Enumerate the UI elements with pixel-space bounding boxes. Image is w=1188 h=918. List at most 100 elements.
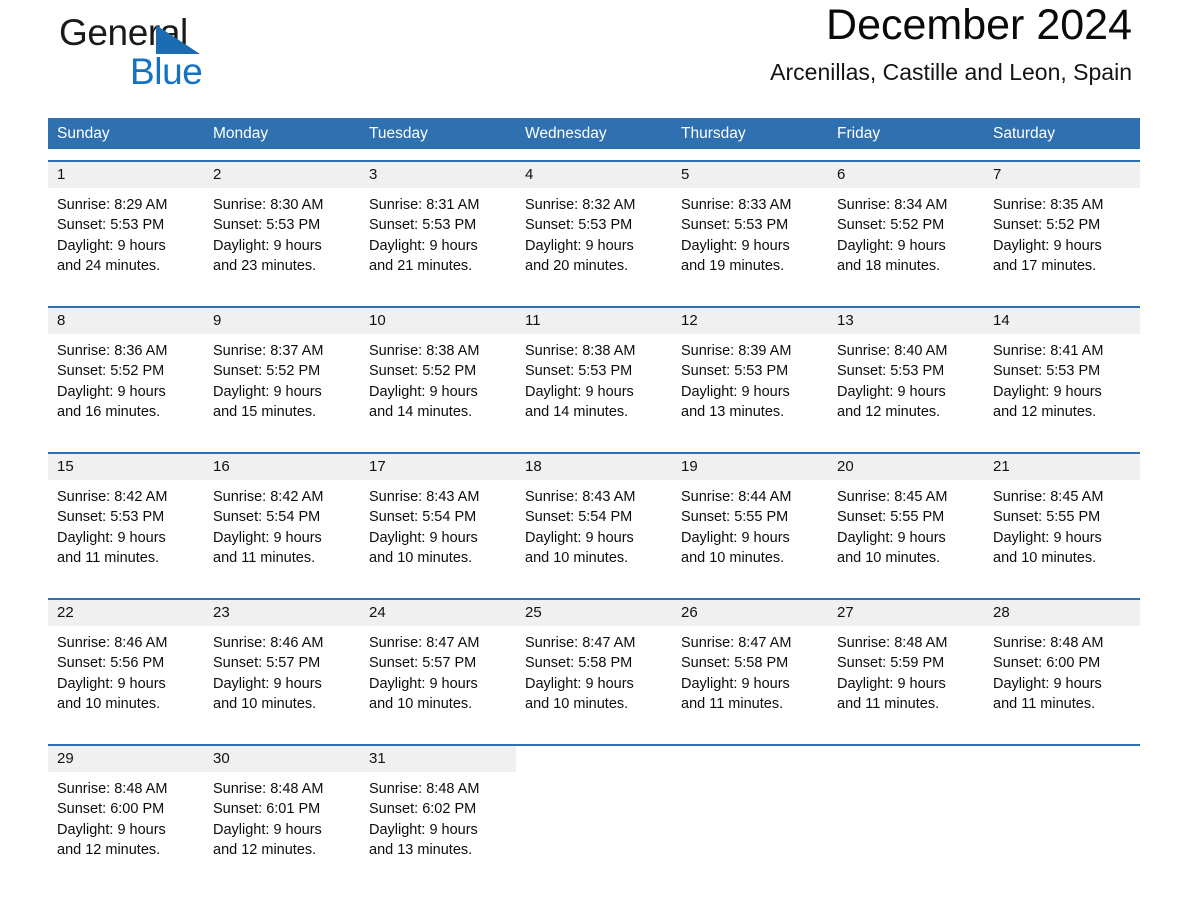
- day-number[interactable]: 4: [516, 162, 672, 188]
- week-info-band: Sunrise: 8:48 AM Sunset: 6:00 PM Dayligh…: [48, 772, 1140, 879]
- day-cell: Sunrise: 8:35 AM Sunset: 5:52 PM Dayligh…: [984, 188, 1140, 295]
- week-date-band: 29 30 31: [48, 746, 1140, 772]
- day-number[interactable]: 30: [204, 746, 360, 772]
- daylight-text-cont: and 12 minutes.: [213, 841, 317, 858]
- week-date-band: 8 9 10 11 12 13 14: [48, 308, 1140, 334]
- sunset-text: Sunset: 5:53 PM: [837, 363, 945, 380]
- daylight-text: Daylight: 9 hours: [993, 529, 1102, 546]
- day-number[interactable]: 14: [984, 308, 1140, 334]
- day-number[interactable]: 23: [204, 600, 360, 626]
- day-number[interactable]: 24: [360, 600, 516, 626]
- day-number[interactable]: 27: [828, 600, 984, 626]
- day-cell: Sunrise: 8:48 AM Sunset: 6:01 PM Dayligh…: [204, 772, 360, 879]
- sunset-text: Sunset: 5:58 PM: [525, 655, 633, 672]
- sunset-text: Sunset: 5:52 PM: [213, 363, 321, 380]
- day-number[interactable]: 3: [360, 162, 516, 188]
- day-number[interactable]: 2: [204, 162, 360, 188]
- daylight-text-cont: and 10 minutes.: [525, 695, 629, 712]
- day-number[interactable]: 5: [672, 162, 828, 188]
- sunrise-text: Sunrise: 8:30 AM: [213, 197, 324, 213]
- calendar-page: General Blue December 2024 Arcenillas, C…: [0, 0, 1188, 918]
- daylight-text: Daylight: 9 hours: [369, 237, 478, 254]
- daylight-text-cont: and 21 minutes.: [369, 257, 473, 274]
- daylight-text-cont: and 10 minutes.: [993, 549, 1097, 566]
- calendar-week-row: 22 23 24 25 26 27 28 Sunrise: 8:46 AM Su…: [48, 598, 1140, 733]
- daylight-text: Daylight: 9 hours: [681, 675, 790, 692]
- day-number[interactable]: 19: [672, 454, 828, 480]
- sunrise-text: Sunrise: 8:39 AM: [681, 343, 792, 359]
- day-number[interactable]: 15: [48, 454, 204, 480]
- sunset-text: Sunset: 5:54 PM: [525, 509, 633, 526]
- day-cell: Sunrise: 8:42 AM Sunset: 5:53 PM Dayligh…: [48, 480, 204, 587]
- day-cell: Sunrise: 8:31 AM Sunset: 5:53 PM Dayligh…: [360, 188, 516, 295]
- weekday-header-wednesday: Wednesday: [525, 125, 607, 142]
- sunset-text: Sunset: 5:53 PM: [993, 363, 1101, 380]
- sunrise-text: Sunrise: 8:47 AM: [369, 635, 480, 651]
- daylight-text-cont: and 19 minutes.: [681, 257, 785, 274]
- calendar-week-row: 1 2 3 4 5 6 7 Sunrise: 8:29 AM Sunset: 5…: [48, 160, 1140, 295]
- day-number[interactable]: 28: [984, 600, 1140, 626]
- sunrise-text: Sunrise: 8:47 AM: [525, 635, 636, 651]
- day-number[interactable]: 1: [48, 162, 204, 188]
- page-masthead: General Blue December 2024 Arcenillas, C…: [48, 0, 1140, 118]
- daylight-text: Daylight: 9 hours: [369, 821, 478, 838]
- day-number[interactable]: 20: [828, 454, 984, 480]
- sunset-text: Sunset: 5:52 PM: [369, 363, 477, 380]
- sunset-text: Sunset: 5:57 PM: [369, 655, 477, 672]
- day-number[interactable]: 11: [516, 308, 672, 334]
- sunset-text: Sunset: 5:54 PM: [369, 509, 477, 526]
- day-number[interactable]: 31: [360, 746, 516, 772]
- sunrise-text: Sunrise: 8:42 AM: [213, 489, 324, 505]
- day-number[interactable]: 18: [516, 454, 672, 480]
- general-blue-logo[interactable]: General Blue: [59, 14, 319, 100]
- day-cell: Sunrise: 8:47 AM Sunset: 5:58 PM Dayligh…: [672, 626, 828, 733]
- daylight-text-cont: and 12 minutes.: [57, 841, 161, 858]
- day-cell: Sunrise: 8:38 AM Sunset: 5:53 PM Dayligh…: [516, 334, 672, 441]
- daylight-text: Daylight: 9 hours: [993, 237, 1102, 254]
- day-number[interactable]: 25: [516, 600, 672, 626]
- sunset-text: Sunset: 5:53 PM: [525, 363, 633, 380]
- daylight-text-cont: and 15 minutes.: [213, 403, 317, 420]
- sunset-text: Sunset: 6:02 PM: [369, 801, 477, 818]
- daylight-text-cont: and 10 minutes.: [369, 695, 473, 712]
- sunset-text: Sunset: 5:53 PM: [213, 217, 321, 234]
- sunrise-text: Sunrise: 8:48 AM: [993, 635, 1104, 651]
- daylight-text: Daylight: 9 hours: [57, 821, 166, 838]
- day-number[interactable]: 16: [204, 454, 360, 480]
- day-number[interactable]: 12: [672, 308, 828, 334]
- sunrise-text: Sunrise: 8:46 AM: [57, 635, 168, 651]
- day-number[interactable]: 13: [828, 308, 984, 334]
- day-number[interactable]: 22: [48, 600, 204, 626]
- weekday-header-sunday: Sunday: [57, 125, 110, 142]
- weekday-header-saturday: Saturday: [993, 125, 1056, 142]
- daylight-text-cont: and 10 minutes.: [213, 695, 317, 712]
- sunset-text: Sunset: 5:52 PM: [993, 217, 1101, 234]
- sunset-text: Sunset: 6:01 PM: [213, 801, 321, 818]
- daylight-text: Daylight: 9 hours: [525, 529, 634, 546]
- day-number[interactable]: 17: [360, 454, 516, 480]
- day-cell: Sunrise: 8:30 AM Sunset: 5:53 PM Dayligh…: [204, 188, 360, 295]
- daylight-text-cont: and 12 minutes.: [993, 403, 1097, 420]
- sunrise-text: Sunrise: 8:33 AM: [681, 197, 792, 213]
- daylight-text: Daylight: 9 hours: [369, 675, 478, 692]
- week-info-band: Sunrise: 8:46 AM Sunset: 5:56 PM Dayligh…: [48, 626, 1140, 733]
- day-cell-empty: [984, 746, 1140, 772]
- weekday-header-row: Sunday Monday Tuesday Wednesday Thursday…: [48, 118, 1140, 149]
- calendar-week-row: 8 9 10 11 12 13 14 Sunrise: 8:36 AM Suns…: [48, 306, 1140, 441]
- day-number[interactable]: 29: [48, 746, 204, 772]
- day-number[interactable]: 7: [984, 162, 1140, 188]
- day-cell: Sunrise: 8:34 AM Sunset: 5:52 PM Dayligh…: [828, 188, 984, 295]
- daylight-text-cont: and 14 minutes.: [369, 403, 473, 420]
- day-number[interactable]: 6: [828, 162, 984, 188]
- sunrise-text: Sunrise: 8:48 AM: [369, 781, 480, 797]
- day-number[interactable]: 10: [360, 308, 516, 334]
- day-number[interactable]: 8: [48, 308, 204, 334]
- day-number[interactable]: 26: [672, 600, 828, 626]
- sunrise-text: Sunrise: 8:43 AM: [525, 489, 636, 505]
- day-cell: Sunrise: 8:46 AM Sunset: 5:57 PM Dayligh…: [204, 626, 360, 733]
- day-number[interactable]: 9: [204, 308, 360, 334]
- daylight-text: Daylight: 9 hours: [213, 237, 322, 254]
- daylight-text: Daylight: 9 hours: [837, 237, 946, 254]
- daylight-text-cont: and 18 minutes.: [837, 257, 941, 274]
- day-number[interactable]: 21: [984, 454, 1140, 480]
